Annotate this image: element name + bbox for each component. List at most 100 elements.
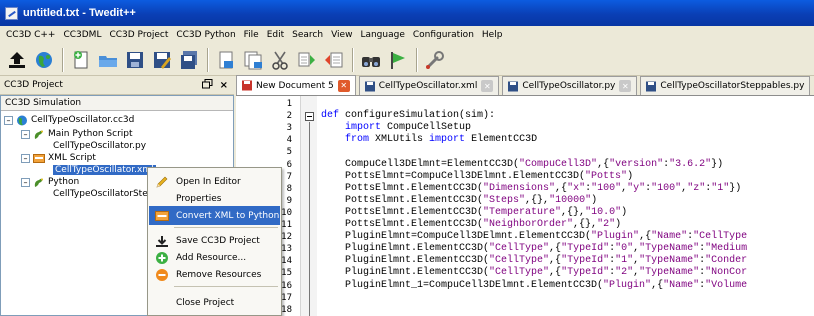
code-line: PluginElmnt.ElementCC3D("CellType",{"Typ… xyxy=(321,255,748,267)
tab-new-document-5[interactable]: New Document 5 ✕ xyxy=(236,75,356,95)
close-panel-icon[interactable]: × xyxy=(220,80,228,91)
menu-cc3d-project[interactable]: CC3D Project xyxy=(109,30,168,40)
menu-cc3d-cpp[interactable]: CC3D C++ xyxy=(6,30,55,40)
tree-xml-script-file-label: CellTypeOscillator.xml xyxy=(53,165,156,175)
collapse-icon[interactable]: – xyxy=(4,115,13,125)
title-bar[interactable]: untitled.txt - Twedit++ xyxy=(0,0,814,26)
pencil-icon xyxy=(155,175,169,189)
tab-close-icon[interactable]: ✕ xyxy=(619,80,632,92)
paste-icon[interactable] xyxy=(321,47,347,73)
convert-icon xyxy=(155,209,169,223)
python-icon xyxy=(33,129,45,140)
code-line: PottsElmnt=CompuCell3DElmnt.ElementCC3D(… xyxy=(321,170,634,182)
globe-icon xyxy=(16,115,28,126)
menu-item-label: Open In Editor xyxy=(176,176,241,187)
menu-remove-resources[interactable]: Remove Resources xyxy=(149,265,280,284)
menu-close-project[interactable]: Close Project xyxy=(149,293,280,312)
menu-item-label: Properties xyxy=(176,193,222,204)
tree-python-file[interactable]: CellTypeOscillatorSteppables.py xyxy=(53,188,149,200)
menu-cc3dml[interactable]: CC3DML xyxy=(63,30,101,40)
code-line: PottsElmnt.ElementCC3D("Steps",{},"10000… xyxy=(321,194,598,206)
project-panel-header: CC3D Project × xyxy=(0,76,234,95)
save-all-icon[interactable] xyxy=(176,47,202,73)
toolbar-separator xyxy=(352,47,354,72)
menu-item-label: Add Resource... xyxy=(176,252,247,263)
tab-celltypeoscillator-xml[interactable]: CellTypeOscillator.xml ✕ xyxy=(358,76,500,95)
app-icon xyxy=(5,6,18,20)
menu-help[interactable]: Help xyxy=(482,30,503,40)
wrench-icon[interactable] xyxy=(422,47,448,73)
toolbar-separator xyxy=(62,47,64,72)
tree-xml-script-label: XML Script xyxy=(48,153,96,163)
save-icon xyxy=(508,81,519,92)
code-editor[interactable]: 1 2 3 4 5 6 7 8 9 10 11 12 13 14 15 16 17 18 def configur… xyxy=(236,96,814,316)
save-as-icon[interactable] xyxy=(149,47,175,73)
menu-language[interactable]: Language xyxy=(360,30,404,40)
save-icon xyxy=(646,81,657,92)
download-icon xyxy=(155,234,169,248)
menu-bar: CC3D C++ CC3DML CC3D Project CC3D Python… xyxy=(0,26,814,44)
menu-edit[interactable]: Edit xyxy=(267,30,284,40)
up-arrow-icon[interactable] xyxy=(4,47,30,73)
menu-search[interactable]: Search xyxy=(292,30,323,40)
bookmark-icon[interactable] xyxy=(385,47,411,73)
open-folder-icon[interactable] xyxy=(95,47,121,73)
code-line: def configureSimulation(sim): xyxy=(321,110,496,122)
tree-xml-script[interactable]: – XML Script xyxy=(21,152,96,164)
tab-celltypeoscillator-py[interactable]: CellTypeOscillator.py ✕ xyxy=(502,76,638,95)
minus-circle-icon xyxy=(155,268,169,282)
menu-convert-xml-to-python[interactable]: Convert XML to Python xyxy=(149,206,280,225)
window-title: untitled.txt - Twedit++ xyxy=(23,7,136,19)
line-number: 1 xyxy=(286,99,292,109)
code-line: PluginElmnt_1=CompuCell3DElmnt.ElementCC… xyxy=(321,279,748,291)
collapse-icon[interactable]: – xyxy=(21,153,30,163)
tree-main-script[interactable]: – Main Python Script xyxy=(21,128,133,140)
tab-close-icon[interactable]: ✕ xyxy=(337,79,350,92)
context-menu: Open In Editor Properties Convert XML to… xyxy=(147,167,282,316)
save-icon[interactable] xyxy=(122,47,148,73)
editor-tabs: New Document 5 ✕ CellTypeOscillator.xml … xyxy=(236,75,814,96)
save-icon xyxy=(364,81,375,92)
close-file-icon[interactable] xyxy=(213,47,239,73)
find-icon[interactable] xyxy=(358,47,384,73)
tree-root-label: CellTypeOscillator.cc3d xyxy=(31,115,135,125)
code-line: CompuCell3DElmnt=ElementCC3D("CompuCell3… xyxy=(321,158,724,170)
menu-file[interactable]: File xyxy=(244,30,259,40)
twedit-window: untitled.txt - Twedit++ CC3D C++ CC3DML … xyxy=(0,0,814,316)
tree-main-script-file-label: CellTypeOscillator.py xyxy=(53,141,147,151)
globe-icon[interactable] xyxy=(31,47,57,73)
cut-icon[interactable] xyxy=(267,47,293,73)
toolbar-separator xyxy=(416,47,418,72)
tab-label: CellTypeOscillatorSteppables.py xyxy=(660,81,805,91)
menu-configuration[interactable]: Configuration xyxy=(413,30,474,40)
tab-label: CellTypeOscillator.xml xyxy=(378,81,478,91)
save-icon xyxy=(242,80,252,91)
tab-close-icon[interactable]: ✕ xyxy=(481,80,494,92)
tab-label: New Document 5 xyxy=(256,80,334,91)
code-line: import CompuCellSetup xyxy=(345,122,472,134)
plus-circle-icon xyxy=(155,251,169,265)
tab-celltypeoscillatorsteppables-py[interactable]: CellTypeOscillatorSteppables.py xyxy=(640,76,811,95)
float-panel-icon[interactable] xyxy=(201,78,213,92)
tree-xml-script-file[interactable]: CellTypeOscillator.xml xyxy=(53,164,156,176)
new-file-icon[interactable] xyxy=(68,47,94,73)
code-line: PottsElmnt.ElementCC3D("Dimensions",{"x"… xyxy=(321,182,742,194)
copy-icon[interactable] xyxy=(294,47,320,73)
collapse-icon[interactable]: – xyxy=(21,177,30,187)
tree-python-label: Python xyxy=(48,177,80,187)
tree-python[interactable]: – Python xyxy=(21,176,79,188)
collapse-icon[interactable]: – xyxy=(21,129,30,139)
tree-main-script-file[interactable]: CellTypeOscillator.py xyxy=(53,140,146,152)
project-panel-title: CC3D Project xyxy=(4,80,63,90)
tree-main-script-label: Main Python Script xyxy=(48,129,133,139)
tree-python-file-label: CellTypeOscillatorSteppables.py xyxy=(53,189,149,199)
close-all-icon[interactable] xyxy=(240,47,266,73)
menu-cc3d-python[interactable]: CC3D Python xyxy=(176,30,235,40)
menu-view[interactable]: View xyxy=(331,30,352,40)
fold-line xyxy=(309,122,310,316)
main-toolbar xyxy=(0,44,814,76)
code-line: PottsElmnt.ElementCC3D("Temperature",{},… xyxy=(321,206,628,218)
fold-collapse-icon[interactable] xyxy=(305,112,315,122)
tree-root[interactable]: – CellTypeOscillator.cc3d xyxy=(4,114,134,126)
menu-item-label: Convert XML to Python xyxy=(176,210,280,221)
